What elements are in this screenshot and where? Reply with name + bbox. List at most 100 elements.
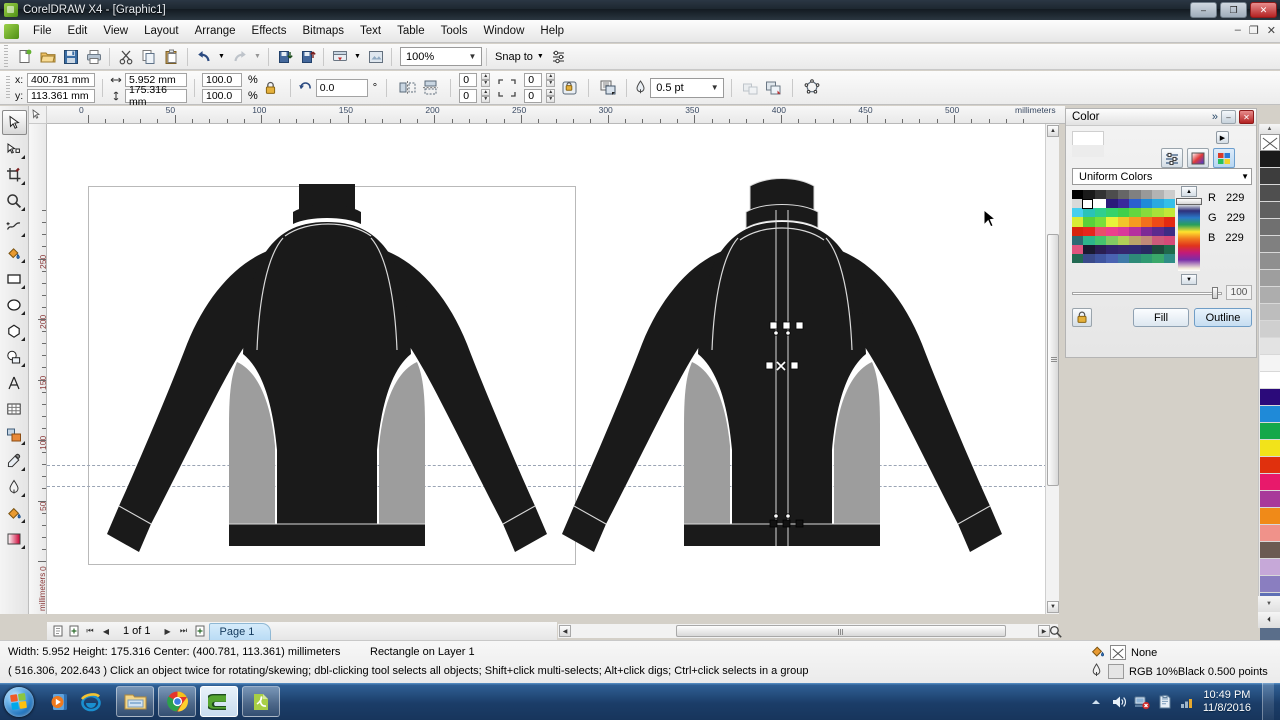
palette-color-swatch[interactable] — [1259, 219, 1280, 236]
color-swatch[interactable] — [1072, 235, 1084, 245]
color-swatch[interactable] — [1072, 253, 1084, 263]
flyout-arrow[interactable] — [20, 545, 25, 549]
outline-width-combobox[interactable]: 0.5 pt ▼ — [650, 77, 725, 98]
color-viewers-mode-button[interactable] — [1187, 148, 1209, 168]
palette-color-swatch[interactable] — [1259, 525, 1280, 542]
page-tab-page-1[interactable]: Page 1 — [208, 622, 272, 640]
color-swatch[interactable] — [1163, 244, 1175, 254]
menu-item-tools[interactable]: Tools — [433, 22, 476, 40]
palette-color-swatch[interactable] — [1259, 168, 1280, 185]
open-document-icon[interactable] — [37, 46, 58, 67]
next-page-button[interactable]: ▶ — [161, 624, 175, 638]
ramp-scroll-down-button[interactable]: ▼ — [1181, 274, 1197, 285]
rectangle-tool[interactable] — [2, 266, 27, 291]
flyout-arrow[interactable] — [20, 337, 25, 341]
crop-tool[interactable] — [2, 162, 27, 187]
color-swatch[interactable] — [1072, 208, 1084, 218]
import-icon[interactable] — [274, 46, 295, 67]
palette-type-select[interactable]: Uniform Colors ▼ — [1072, 168, 1252, 185]
corner-tl-spinner[interactable]: ▲ ▼ — [481, 72, 491, 87]
color-swatch[interactable] — [1117, 244, 1130, 254]
copy-icon[interactable] — [138, 46, 159, 67]
color-swatch[interactable] — [1094, 253, 1107, 263]
color-swatch[interactable] — [1094, 208, 1107, 218]
color-palette-strip[interactable]: ▲ — [1258, 124, 1280, 644]
color-swatch[interactable] — [1117, 226, 1130, 236]
color-swatch[interactable] — [1106, 253, 1118, 263]
color-swatch[interactable] — [1129, 244, 1141, 254]
docker-close-button[interactable]: ✕ — [1239, 110, 1254, 124]
start-button[interactable] — [4, 686, 34, 717]
menu-item-effects[interactable]: Effects — [244, 22, 295, 40]
maximize-button[interactable]: ❐ — [1220, 2, 1247, 18]
color-swatch[interactable] — [1152, 190, 1164, 200]
color-swatch[interactable] — [1140, 253, 1153, 263]
corner-bottom-left-input[interactable]: 0 — [459, 88, 478, 103]
new-document-icon[interactable] — [14, 46, 35, 67]
flyout-arrow[interactable] — [20, 181, 25, 185]
tint-value[interactable]: 100 — [1226, 285, 1252, 300]
save-document-icon[interactable] — [60, 46, 81, 67]
horizontal-ruler[interactable]: 0 50 100 150 200 250 300 350 400 450 500 millimeter… — [47, 106, 1065, 124]
color-swatch[interactable] — [1140, 217, 1153, 227]
color-swatch[interactable] — [1140, 190, 1153, 200]
color-swatch[interactable] — [1163, 199, 1175, 209]
taskbar-clock[interactable]: 10:49 PM 11/8/2016 — [1203, 689, 1251, 715]
palette-color-swatch[interactable] — [1259, 236, 1280, 253]
palette-color-swatch[interactable] — [1259, 576, 1280, 593]
menu-item-arrange[interactable]: Arrange — [187, 22, 244, 40]
smart-fill-tool[interactable] — [2, 240, 27, 265]
color-swatch[interactable] — [1140, 226, 1153, 236]
flyout-arrow[interactable] — [20, 519, 25, 523]
color-swatch[interactable] — [1117, 253, 1130, 263]
fill-color-swatch[interactable] — [1110, 645, 1126, 660]
color-swatch[interactable] — [1140, 208, 1153, 218]
scroll-left-button[interactable]: ◀ — [559, 625, 571, 637]
basic-shapes-tool[interactable] — [2, 344, 27, 369]
color-ramp[interactable]: ▲ ▼ — [1176, 186, 1202, 285]
palette-scroll-up-button[interactable]: ▲ — [1259, 124, 1280, 134]
tint-slider[interactable] — [1072, 287, 1222, 299]
palette-color-swatch[interactable] — [1259, 389, 1280, 406]
network-error-icon[interactable] — [1134, 694, 1150, 710]
drawing-canvas[interactable] — [47, 124, 1057, 614]
menu-item-edit[interactable]: Edit — [60, 22, 96, 40]
color-swatch[interactable] — [1163, 235, 1175, 245]
cut-icon[interactable] — [115, 46, 136, 67]
signal-bars-icon[interactable] — [1180, 694, 1196, 710]
outline-color-swatch[interactable] — [1108, 664, 1124, 679]
color-swatch[interactable] — [1129, 199, 1141, 209]
export-icon[interactable] — [297, 46, 318, 67]
fill-tool[interactable] — [2, 500, 27, 525]
outline-button[interactable]: Outline — [1194, 308, 1252, 327]
toolbar-grip[interactable] — [4, 44, 8, 69]
palette-scroll-down-button[interactable]: ▼ — [1258, 596, 1280, 612]
color-swatch[interactable] — [1106, 217, 1118, 227]
corner-bottom-right-input[interactable]: 0 — [524, 88, 543, 103]
windows-media-player-icon[interactable] — [44, 687, 74, 717]
docker-flyout-button[interactable]: ▶ — [1216, 131, 1229, 144]
table-tool[interactable] — [2, 396, 27, 421]
google-chrome-task[interactable] — [158, 686, 196, 717]
color-swatch[interactable] — [1106, 235, 1118, 245]
flyout-arrow[interactable] — [20, 311, 25, 315]
scroll-up-button[interactable]: ▲ — [1047, 125, 1059, 137]
palette-color-swatch[interactable] — [1259, 406, 1280, 423]
horizontal-scroll-thumb[interactable] — [676, 625, 1006, 637]
color-swatch[interactable] — [1117, 217, 1130, 227]
color-swatch[interactable] — [1083, 208, 1095, 218]
flyout-arrow[interactable] — [20, 441, 25, 445]
color-swatch[interactable] — [1083, 244, 1095, 254]
palette-color-swatch[interactable] — [1259, 508, 1280, 525]
ellipse-tool[interactable] — [2, 292, 27, 317]
flyout-arrow[interactable] — [20, 285, 25, 289]
launcher-dropdown-arrow[interactable]: ▼ — [352, 46, 363, 67]
menu-item-view[interactable]: View — [95, 22, 136, 40]
palette-color-swatch[interactable] — [1259, 355, 1280, 372]
minimize-button[interactable]: – — [1190, 2, 1217, 18]
color-swatch[interactable] — [1163, 226, 1175, 236]
text-wrap-icon[interactable] — [763, 77, 784, 98]
shape-tool[interactable] — [2, 136, 27, 161]
palette-color-swatch[interactable] — [1259, 202, 1280, 219]
color-swatch[interactable] — [1072, 244, 1084, 254]
